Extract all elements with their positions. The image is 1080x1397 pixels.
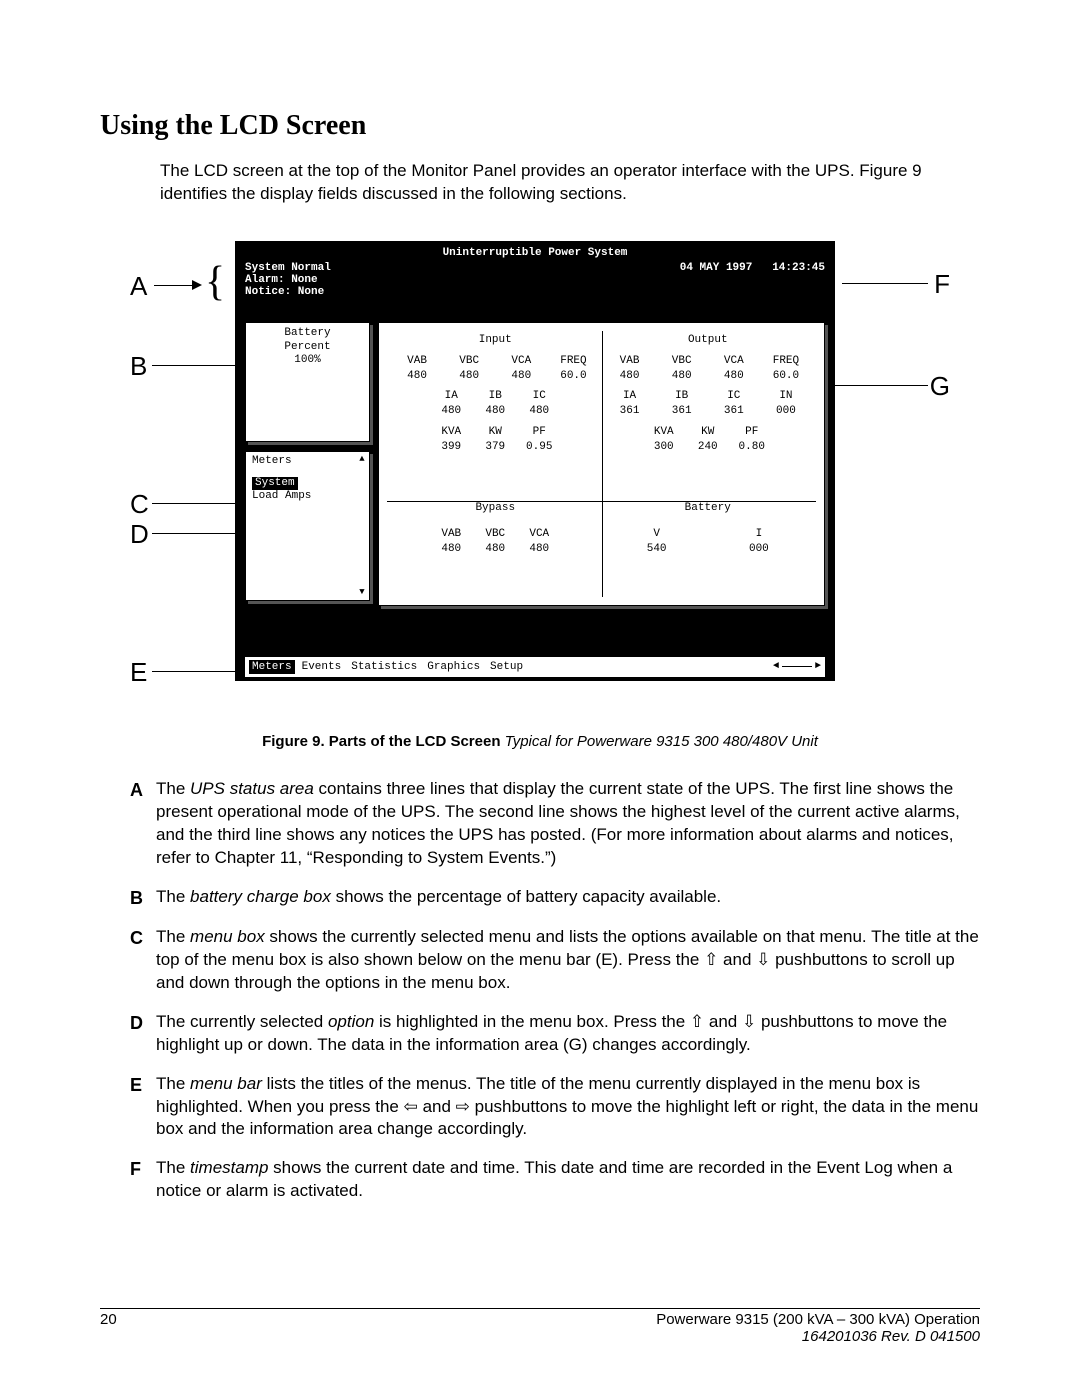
lcd-figure: A { B C D E F G Uninterruptible Power Sy… [150,231,930,721]
input-title: Input [393,333,598,348]
menu-option-selected[interactable]: System [252,477,298,491]
menubar-item-meters[interactable]: Meters [249,660,295,674]
menu-bar[interactable]: Meters Events Statistics Graphics Setup … [245,657,825,677]
battery-title: Battery [606,501,811,516]
menubar-item-setup[interactable]: Setup [487,660,526,674]
lcd-title: Uninterruptible Power System [245,247,825,259]
menu-title: Meters [252,455,355,469]
def-letter-E: E [130,1073,156,1142]
page-number: 20 [100,1311,117,1345]
footer-product: Powerware 9315 (200 kVA – 300 kVA) Opera… [656,1311,980,1328]
info-output: Output VABVBCVCAFREQ 48048048060.0 IAIBI… [602,329,815,497]
output-title: Output [606,333,811,348]
def-letter-C: C [130,926,156,995]
info-input: Input VABVBCVCAFREQ 48048048060.0 IAIBIC… [389,329,602,497]
callout-G: G [930,371,950,402]
def-letter-A: A [130,778,156,870]
battery-charge-box: Battery Percent 100% [245,322,370,442]
bypass-title: Bypass [393,501,598,516]
arrow-left-icon[interactable]: ◄ [773,661,779,672]
info-bypass: Bypass VABVBCVCA 480480480 [389,497,602,599]
lcd-screen: Uninterruptible Power System System Norm… [235,241,835,681]
menu-box[interactable]: Meters System Load Amps ▲ ▼ [245,451,370,601]
timestamp-date: 04 MAY 1997 [680,262,753,274]
def-letter-D: D [130,1011,156,1057]
battery-percent: 100% [249,354,366,368]
information-area: Input VABVBCVCAFREQ 48048048060.0 IAIBIC… [378,322,825,606]
callout-C: C [130,489,149,520]
menubar-item-graphics[interactable]: Graphics [424,660,483,674]
timestamp-time: 14:23:45 [772,262,825,274]
footer-revision: 164201036 Rev. D 041500 [656,1328,980,1345]
brace-A: { [205,261,225,303]
status-line-3: Notice: None [245,286,331,298]
status-line-1: System Normal [245,262,331,274]
arrow-right-icon[interactable]: ► [815,661,821,672]
callout-D: D [130,519,149,550]
callout-definitions: A The UPS status area contains three lin… [100,778,980,1203]
page-footer: 20 Powerware 9315 (200 kVA – 300 kVA) Op… [100,1311,980,1345]
callout-F: F [934,269,950,300]
def-letter-F: F [130,1157,156,1203]
page-heading: Using the LCD Screen [100,110,980,142]
status-line-2: Alarm: None [245,274,331,286]
menu-scroll-arrows[interactable]: ▲ ▼ [358,454,366,598]
figure-caption: Figure 9. Parts of the LCD Screen Typica… [100,733,980,750]
footer-rule [100,1308,980,1309]
menubar-item-events[interactable]: Events [299,660,345,674]
battery-label-1: Battery [249,327,366,341]
info-battery: Battery VI 540000 [602,497,815,599]
callout-B: B [130,351,147,382]
callout-A: A [130,271,147,302]
menubar-item-statistics[interactable]: Statistics [348,660,420,674]
menu-option[interactable]: Load Amps [252,490,355,504]
callout-E: E [130,657,147,688]
chevron-up-icon[interactable]: ▲ [359,454,364,465]
chevron-down-icon[interactable]: ▼ [359,587,364,598]
battery-label-2: Percent [249,341,366,355]
intro-paragraph: The LCD screen at the top of the Monitor… [160,160,980,206]
def-letter-B: B [130,886,156,910]
